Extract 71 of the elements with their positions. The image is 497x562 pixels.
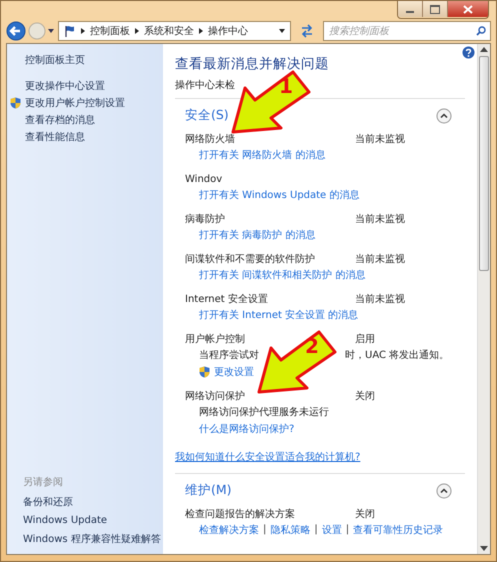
help-link[interactable]: 我如何知道什么安全设置适合我的计算机? — [175, 452, 360, 463]
item-status: 关闭 — [355, 390, 375, 403]
message-link[interactable]: 打开有关 网络防火墙 的消息 — [199, 148, 326, 162]
action-link[interactable]: 检查解决方案 — [199, 522, 259, 536]
sidebar-link[interactable]: Windows 程序兼容性疑难解答 — [23, 532, 161, 546]
change-settings-link[interactable]: 更改设置 — [214, 364, 254, 378]
minimize-button[interactable] — [398, 1, 422, 17]
link-separator: | — [314, 524, 318, 535]
chevron-right-icon — [81, 28, 85, 34]
item-name: 间谍软件和不需要的软件防护 — [185, 254, 315, 265]
flag-icon — [64, 25, 76, 37]
item-status: 当前未监视 — [355, 292, 405, 306]
item-name: 病毒防护 — [185, 214, 225, 225]
scroll-up-icon[interactable] — [480, 47, 488, 52]
action-link[interactable]: 设置 — [322, 522, 342, 536]
link-separator: | — [346, 524, 350, 535]
chevron-right-icon — [199, 28, 203, 34]
message-link[interactable]: 打开有关 间谍软件和相关防护 的消息 — [199, 268, 366, 282]
sidebar-link[interactable]: 查看性能信息 — [25, 130, 85, 144]
sidebar-link[interactable]: 更改用户帐户控制设置 — [25, 96, 125, 110]
close-icon — [463, 4, 473, 14]
item-name: 用户帐户控制 — [185, 334, 245, 345]
history-dropdown-icon[interactable] — [48, 29, 54, 33]
item-status: 当前未监视 — [355, 212, 405, 226]
message-link[interactable]: 什么是网络访问保护? — [199, 422, 294, 436]
section-title[interactable]: 维护(M) — [185, 482, 232, 499]
section-title[interactable]: 安全(S) — [185, 107, 229, 124]
message-link[interactable]: 打开有关 病毒防护 的消息 — [199, 228, 316, 242]
message-link[interactable]: 打开有关 Internet 安全设置 的消息 — [199, 308, 358, 322]
item-name: Windov — [185, 174, 222, 184]
action-link[interactable]: 查看可靠性历史记录 — [353, 522, 444, 536]
item-description: 时，UAC 将发出通知。 — [345, 348, 450, 362]
item-name: 网络访问保护 — [185, 391, 245, 402]
item-status: 关闭 — [355, 508, 375, 521]
sidebar-link[interactable]: 备份和还原 — [23, 495, 73, 509]
help-icon[interactable] — [462, 46, 475, 59]
chevron-right-icon — [135, 28, 139, 34]
item-description: 网络访问保护代理服务未运行 — [199, 406, 329, 418]
page-title: 查看最新消息并解决问题 — [175, 55, 330, 73]
collapse-button[interactable] — [436, 482, 452, 498]
sidebar-link[interactable]: 查看存档的消息 — [25, 113, 95, 127]
dropdown-icon[interactable] — [279, 29, 285, 33]
address-bar[interactable]: 控制面板 系统和安全 操作中心 — [58, 21, 291, 41]
search-field[interactable]: 搜索控制面板 — [323, 21, 491, 41]
shield-icon — [10, 97, 21, 109]
item-status: 当前未监视 — [355, 252, 405, 266]
sidebar-link[interactable]: 更改操作中心设置 — [25, 79, 105, 93]
collapse-button[interactable] — [436, 108, 452, 124]
breadcrumb[interactable]: 系统和安全 — [144, 24, 194, 38]
sidebar-link[interactable]: 控制面板主页 — [25, 53, 85, 67]
sidebar-link[interactable]: Windows Update — [23, 515, 108, 526]
back-button[interactable] — [6, 21, 26, 41]
link-separator: | — [263, 524, 266, 535]
item-name: Internet 安全设置 — [185, 294, 268, 305]
item-status: 当前未监视 — [355, 132, 405, 146]
maximize-button[interactable] — [422, 1, 447, 17]
search-icon — [476, 26, 486, 36]
see-also-heading: 另请参阅 — [23, 476, 63, 489]
close-button[interactable] — [447, 1, 488, 17]
scrollbar[interactable] — [477, 44, 490, 554]
scroll-down-icon[interactable] — [480, 546, 488, 551]
shield-icon — [199, 366, 210, 378]
action-link[interactable]: 隐私策略 — [270, 522, 310, 536]
status-message: 操作中心未检 — [175, 80, 235, 91]
item-name: 网络防火墙 — [185, 134, 235, 145]
item-name: 检查问题报告的解决方案 — [185, 509, 295, 520]
item-status: 启用 — [355, 332, 375, 346]
breadcrumb[interactable]: 控制面板 — [90, 24, 130, 38]
message-link[interactable]: 打开有关 Windows Update 的消息 — [199, 188, 360, 202]
breadcrumb[interactable]: 操作中心 — [208, 24, 248, 38]
item-description: 当程序尝试对 — [199, 348, 259, 362]
